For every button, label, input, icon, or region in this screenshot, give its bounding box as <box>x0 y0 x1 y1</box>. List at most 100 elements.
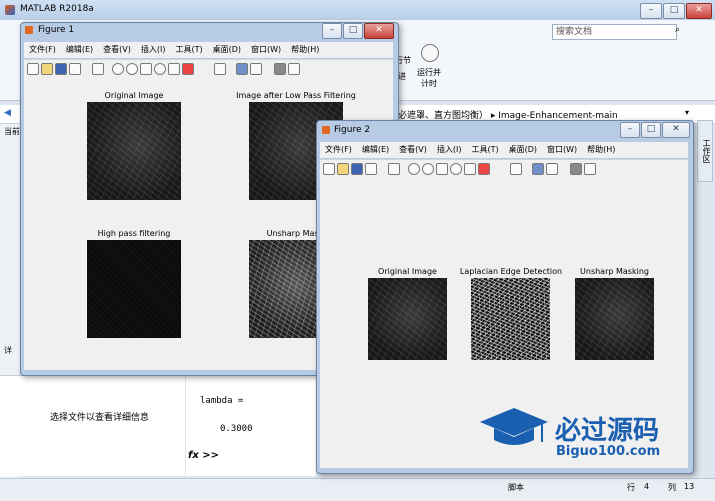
menu-view[interactable]: 查看(V) <box>394 142 432 158</box>
fig1-image-highpass <box>87 240 181 338</box>
pan-icon[interactable] <box>140 63 152 75</box>
menu-edit[interactable]: 编辑(E) <box>357 142 394 158</box>
command-prompt[interactable]: fx >> <box>188 450 219 461</box>
figure2-close-button[interactable]: ✕ <box>662 122 690 138</box>
figure2-title: Figure 2 <box>334 125 371 135</box>
fig2-axis-title-laplacian: Laplacian Edge Detection <box>459 267 563 276</box>
zoom-out-icon[interactable] <box>126 63 138 75</box>
fig1-axis-title-lowpass: Image after Low Pass Filtering <box>236 91 356 100</box>
menu-file[interactable]: 文件(F) <box>320 142 357 158</box>
status-bar <box>0 478 715 501</box>
rotate-icon[interactable] <box>154 63 166 75</box>
figure1-close-button[interactable]: ✕ <box>364 23 394 39</box>
open-file-icon[interactable] <box>41 63 53 75</box>
colorbar-icon[interactable] <box>532 163 544 175</box>
fig1-axis-title-original: Original Image <box>104 91 164 100</box>
workspace-tab[interactable]: 工作区 <box>697 120 713 182</box>
save-icon[interactable] <box>351 163 363 175</box>
data-cursor-icon[interactable] <box>464 163 476 175</box>
fig2-image-unsharp <box>575 278 654 360</box>
status-col-label: 列 <box>668 483 676 492</box>
menu-help[interactable]: 帮助(H) <box>286 42 324 58</box>
figure1-minimize-button[interactable]: – <box>322 23 342 39</box>
menu-insert[interactable]: 插入(I) <box>432 142 467 158</box>
details-hint: 选择文件以查看详细信息 <box>50 413 150 423</box>
menu-desktop[interactable]: 桌面(D) <box>504 142 542 158</box>
matlab-logo-icon <box>5 5 15 15</box>
figure2-menubar: 文件(F) 编辑(E) 查看(V) 插入(I) 工具(T) 桌面(D) 窗口(W) 帮助(H) <box>320 142 688 158</box>
menu-file[interactable]: 文件(F) <box>24 42 61 58</box>
pan-icon[interactable] <box>436 163 448 175</box>
zoom-out-icon[interactable] <box>422 163 434 175</box>
graduation-cap-icon <box>480 408 548 445</box>
open-file-icon[interactable] <box>337 163 349 175</box>
figure1-maximize-button[interactable]: □ <box>343 23 363 39</box>
address-dropdown-icon[interactable]: ▾ <box>685 108 689 117</box>
run-and-time-button[interactable]: 运行并 计时 <box>414 67 444 89</box>
command-output-value: 0.3000 <box>220 424 253 434</box>
fig1-axis-title-highpass: High pass filtering <box>97 229 171 238</box>
details-label: 详 <box>4 346 12 355</box>
search-icon[interactable]: ⌕ <box>675 25 687 37</box>
brush-icon[interactable] <box>478 163 490 175</box>
fig2-axis-title-original: Original Image <box>378 267 437 276</box>
legend-icon[interactable] <box>546 163 558 175</box>
menu-tools[interactable]: 工具(T) <box>170 42 207 58</box>
show-plot-tools-icon[interactable] <box>584 163 596 175</box>
back-arrow-icon[interactable]: ◀ <box>4 108 11 118</box>
status-row-value: 4 <box>644 482 650 491</box>
fig2-image-laplacian <box>471 278 550 360</box>
new-figure-icon[interactable] <box>323 163 335 175</box>
status-row-label: 行 <box>627 483 635 492</box>
current-folder-label: 当前 <box>4 127 20 136</box>
save-icon[interactable] <box>55 63 67 75</box>
figure1-logo-icon <box>25 26 33 34</box>
matlab-titlebar <box>0 0 715 21</box>
figure1-title: Figure 1 <box>38 25 75 35</box>
status-script-label: 脚本 <box>508 483 524 492</box>
menu-insert[interactable]: 插入(I) <box>136 42 171 58</box>
figure2-logo-icon <box>322 126 330 134</box>
watermark-logo-text: 必过源码 <box>555 416 660 446</box>
hide-plot-tools-icon[interactable] <box>274 63 286 75</box>
fig1-image-original <box>87 102 181 200</box>
data-cursor-icon[interactable] <box>168 63 180 75</box>
hide-plot-tools-icon[interactable] <box>570 163 582 175</box>
pointer-icon[interactable] <box>92 63 104 75</box>
legend-icon[interactable] <box>250 63 262 75</box>
print-icon[interactable] <box>365 163 377 175</box>
figure1-menubar: 文件(F) 编辑(E) 查看(V) 插入(I) 工具(T) 桌面(D) 窗口(W) 帮助(H) <box>24 42 393 58</box>
doc-search-input[interactable]: 搜索文档 <box>552 24 677 40</box>
matlab-close-button[interactable]: ✕ <box>686 3 712 19</box>
link-plot-icon[interactable] <box>214 63 226 75</box>
matlab-minimize-button[interactable]: – <box>640 3 662 19</box>
run-and-time-icon[interactable] <box>421 44 439 62</box>
figure2-maximize-button[interactable]: □ <box>641 122 661 138</box>
figure2-minimize-button[interactable]: – <box>620 122 640 138</box>
zoom-in-icon[interactable] <box>112 63 124 75</box>
pointer-icon[interactable] <box>388 163 400 175</box>
show-plot-tools-icon[interactable] <box>288 63 300 75</box>
figure1-toolbar <box>24 59 393 77</box>
print-icon[interactable] <box>69 63 81 75</box>
menu-window[interactable]: 窗口(W) <box>246 42 286 58</box>
link-plot-icon[interactable] <box>510 163 522 175</box>
colorbar-icon[interactable] <box>236 63 248 75</box>
menu-view[interactable]: 查看(V) <box>98 42 136 58</box>
matlab-maximize-button[interactable]: □ <box>663 3 685 19</box>
new-figure-icon[interactable] <box>27 63 39 75</box>
menu-desktop[interactable]: 桌面(D) <box>208 42 246 58</box>
brush-icon[interactable] <box>182 63 194 75</box>
command-output-line: lambda = <box>200 396 244 406</box>
zoom-in-icon[interactable] <box>408 163 420 175</box>
menu-window[interactable]: 窗口(W) <box>542 142 582 158</box>
details-panel <box>0 375 185 476</box>
rotate-icon[interactable] <box>450 163 462 175</box>
menu-help[interactable]: 帮助(H) <box>582 142 620 158</box>
menu-tools[interactable]: 工具(T) <box>466 142 503 158</box>
matlab-window-title: MATLAB R2018a <box>20 4 94 14</box>
watermark-url: Biguo100.com <box>556 444 661 459</box>
fig2-image-original <box>368 278 447 360</box>
menu-edit[interactable]: 编辑(E) <box>61 42 98 58</box>
figure2-toolbar <box>320 159 688 177</box>
